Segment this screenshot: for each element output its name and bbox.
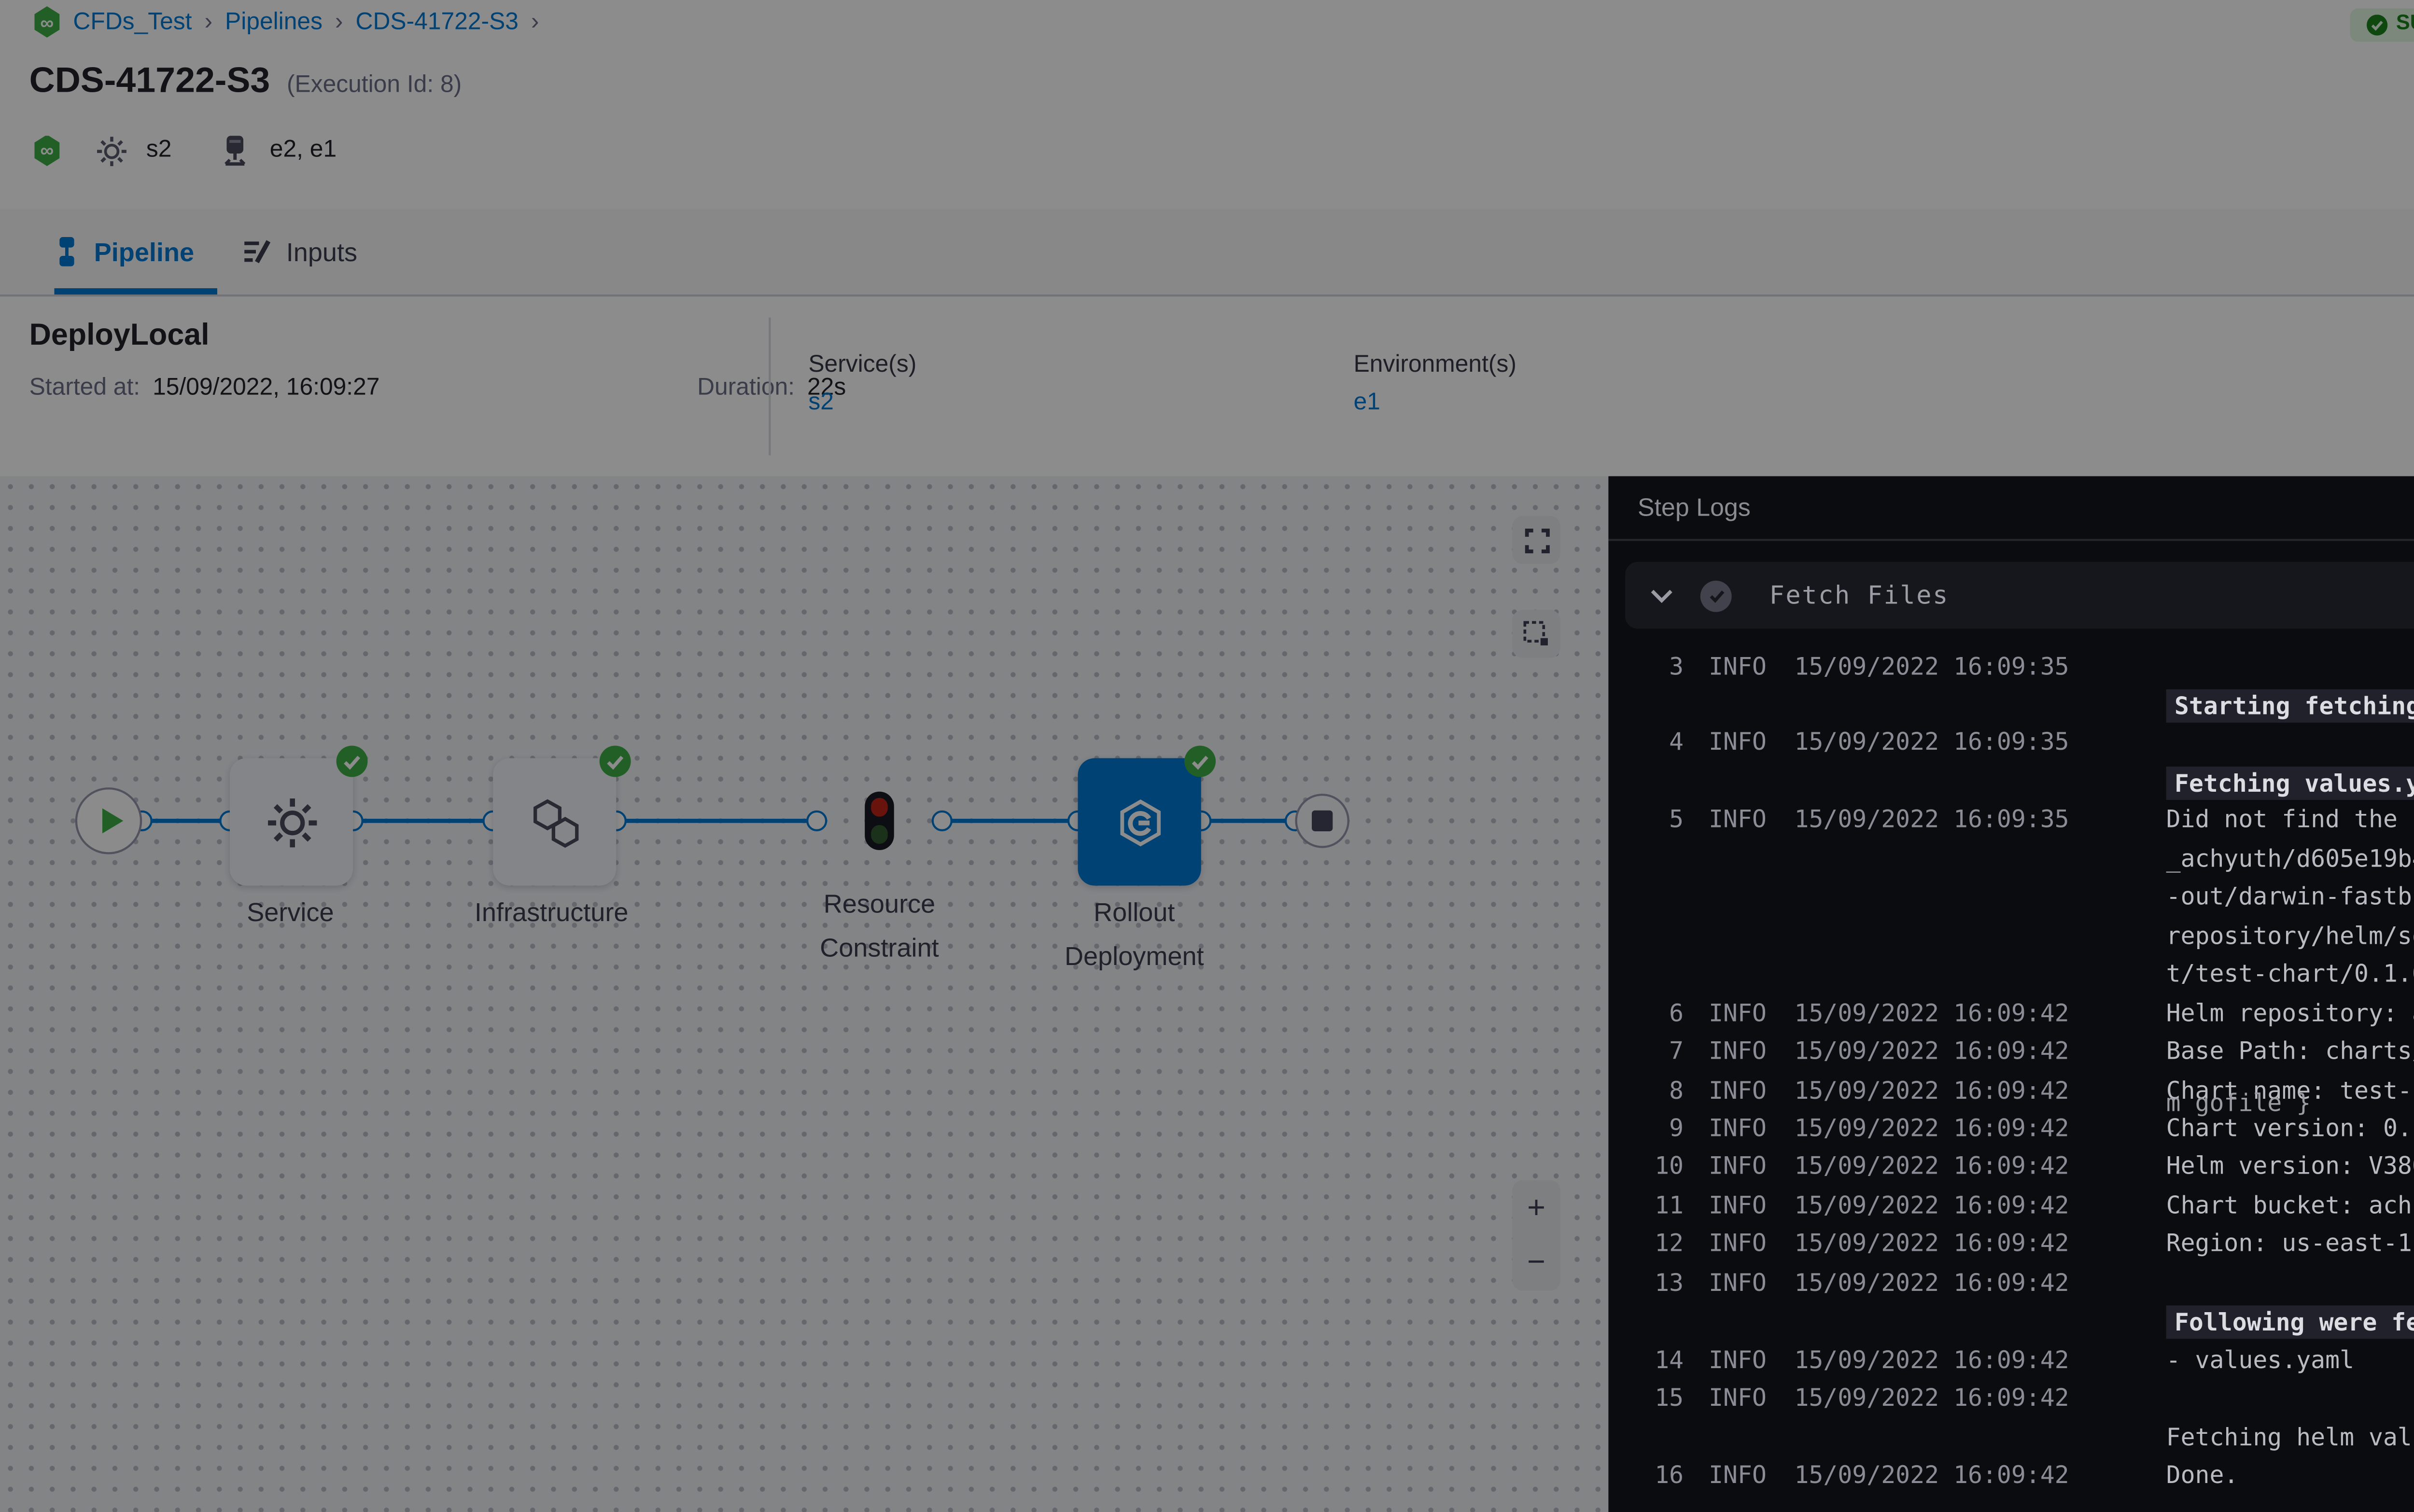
log-row: 14 INFO 15/09/2022 16:09:42 - values.yam… [1608, 1344, 2414, 1376]
chevron-down-icon[interactable] [1650, 588, 1673, 602]
log-row: 12 INFO 15/09/2022 16:09:42 Region: us-e… [1608, 1229, 2414, 1260]
log-row: Following were fetched successfully : [1608, 1306, 2414, 1337]
log-row: 9 INFO 15/09/2022 16:09:42 Chart version… [1608, 1113, 2414, 1145]
log-message: Helm repository: aws-qa-setup-modified [2166, 997, 2414, 1027]
log-row: 15 INFO 15/09/2022 16:09:42 [1608, 1383, 2414, 1414]
log-level: INFO [1709, 1383, 1767, 1413]
log-row: Fetching helm values completed successfu… [1608, 1422, 2414, 1453]
log-message: Starting fetching Helm values [2166, 689, 2414, 723]
log-row: t/test-chart/0.1.0 [1608, 959, 2414, 991]
line-number: 14 [1629, 1344, 1684, 1374]
line-number: 10 [1629, 1152, 1684, 1181]
log-timestamp: 15/09/2022 16:09:42 [1794, 1460, 2069, 1490]
log-message: _achyuth/d605e19b46448ceaacb01fb4c19633a… [2166, 843, 2414, 873]
line-number: 5 [1629, 805, 1684, 834]
log-panel-title: Step Logs [1638, 493, 1751, 522]
log-message: Done. [2166, 1460, 2239, 1490]
line-number: 16 [1629, 1460, 1684, 1490]
log-timestamp: 15/09/2022 16:09:42 [1794, 1113, 2069, 1143]
log-row: 7 INFO 15/09/2022 16:09:42 Base Path: ch… [1608, 1036, 2414, 1067]
log-level: INFO [1709, 1190, 1767, 1220]
log-level: INFO [1709, 805, 1767, 834]
log-message: t/test-chart/0.1.0 [2166, 959, 2414, 989]
log-message: Following were fetched successfully : [2166, 1306, 2414, 1339]
log-timestamp: 15/09/2022 16:09:42 [1794, 1383, 2069, 1413]
log-row: 4 INFO 15/09/2022 16:09:35 [1608, 728, 2414, 759]
line-number: 12 [1629, 1229, 1684, 1259]
log-level: INFO [1709, 728, 1767, 757]
line-number: 9 [1629, 1113, 1684, 1143]
log-row: 3 INFO 15/09/2022 16:09:35 [1608, 651, 2414, 682]
log-timestamp: 15/09/2022 16:09:42 [1794, 1190, 2069, 1220]
log-message: Chart version: 0.1.0 [2166, 1113, 2414, 1143]
log-timestamp: 15/09/2022 16:09:35 [1794, 728, 2069, 757]
step-logs-panel: m gofile } 3 INFO 15/09/2022 16:09:35 St… [1608, 476, 2414, 1512]
step-name: Fetch Files [1769, 581, 1949, 610]
line-number: 3 [1629, 651, 1684, 680]
scale-root: ∞ CFDs_Test › Pipelines › CDS-41722-S3 ›… [0, 0, 2414, 1512]
line-number: 13 [1629, 1268, 1684, 1297]
log-message: Region: us-east-1 [2166, 1229, 2412, 1259]
log-row: Fetching values.yaml from helm chart rep… [1608, 766, 2414, 798]
line-number: 8 [1629, 1075, 1684, 1104]
log-row: 13 INFO 15/09/2022 16:09:42 [1608, 1268, 2414, 1299]
log-timestamp: 15/09/2022 16:09:42 [1794, 1229, 2069, 1259]
log-level: INFO [1709, 1344, 1767, 1374]
step-header[interactable]: Fetch Files ↑ ↓ 9s [1625, 562, 2414, 629]
log-level: INFO [1709, 1113, 1767, 1143]
log-timestamp: 15/09/2022 16:09:42 [1794, 997, 2069, 1027]
log-timestamp: 15/09/2022 16:09:35 [1794, 805, 2069, 834]
line-number: 15 [1629, 1383, 1684, 1413]
log-message: repository/helm/source/93602db7-89f2-317… [2166, 921, 2414, 950]
app-window: ∞ CFDs_Test › Pipelines › CDS-41722-S3 ›… [0, 0, 2414, 1512]
log-message: Did not find the chart and version in lo… [2166, 805, 2414, 834]
line-number: 6 [1629, 997, 1684, 1027]
line-number: 11 [1629, 1190, 1684, 1220]
log-row: 11 INFO 15/09/2022 16:09:42 Chart bucket… [1608, 1190, 2414, 1222]
log-timestamp: 15/09/2022 16:09:42 [1794, 1036, 2069, 1065]
log-row: 16 INFO 15/09/2022 16:09:42 Done. [1608, 1460, 2414, 1492]
log-level: INFO [1709, 1229, 1767, 1259]
log-row: repository/helm/source/93602db7-89f2-317… [1608, 921, 2414, 952]
log-message: -out/darwin-fastbuild/bin/260-delegate/e… [2166, 882, 2414, 911]
log-message: - values.yaml [2166, 1344, 2354, 1374]
log-level: INFO [1709, 1075, 1767, 1104]
log-level: INFO [1709, 997, 1767, 1027]
log-body: m gofile } 3 INFO 15/09/2022 16:09:35 St… [1608, 476, 2414, 1512]
log-panel-header: Step Logs Console View [1608, 476, 2414, 541]
log-message: Fetching values.yaml from helm chart rep… [2166, 766, 2414, 799]
log-level: INFO [1709, 1152, 1767, 1181]
log-row: _achyuth/d605e19b46448ceaacb01fb4c19633a… [1608, 843, 2414, 875]
log-level: INFO [1709, 651, 1767, 680]
log-timestamp: 15/09/2022 16:09:42 [1794, 1152, 2069, 1181]
log-timestamp: 15/09/2022 16:09:35 [1794, 651, 2069, 680]
log-level: INFO [1709, 1460, 1767, 1490]
log-level: INFO [1709, 1268, 1767, 1297]
log-timestamp: 15/09/2022 16:09:42 [1794, 1075, 2069, 1104]
log-row: 5 INFO 15/09/2022 16:09:35 Did not find … [1608, 805, 2414, 836]
log-timestamp: 15/09/2022 16:09:42 [1794, 1268, 2069, 1297]
log-row: 6 INFO 15/09/2022 16:09:42 Helm reposito… [1608, 997, 2414, 1029]
log-timestamp: 15/09/2022 16:09:42 [1794, 1344, 2069, 1374]
log-message: Chart bucket: achhelmbucket [2166, 1190, 2414, 1220]
log-row: 10 INFO 15/09/2022 16:09:42 Helm version… [1608, 1152, 2414, 1183]
log-row: Starting fetching Helm values [1608, 689, 2414, 721]
log-message: Helm version: V380 [2166, 1152, 2414, 1181]
log-message: Base Path: charts/ [2166, 1036, 2414, 1065]
step-check-icon [1700, 580, 1732, 611]
log-level: INFO [1709, 1036, 1767, 1065]
line-number: 4 [1629, 728, 1684, 757]
clipped-log-line: m gofile } [2166, 1088, 2311, 1118]
log-message: Fetching helm values completed successfu… [2166, 1422, 2414, 1451]
line-number: 7 [1629, 1036, 1684, 1065]
log-row: -out/darwin-fastbuild/bin/260-delegate/e… [1608, 882, 2414, 913]
